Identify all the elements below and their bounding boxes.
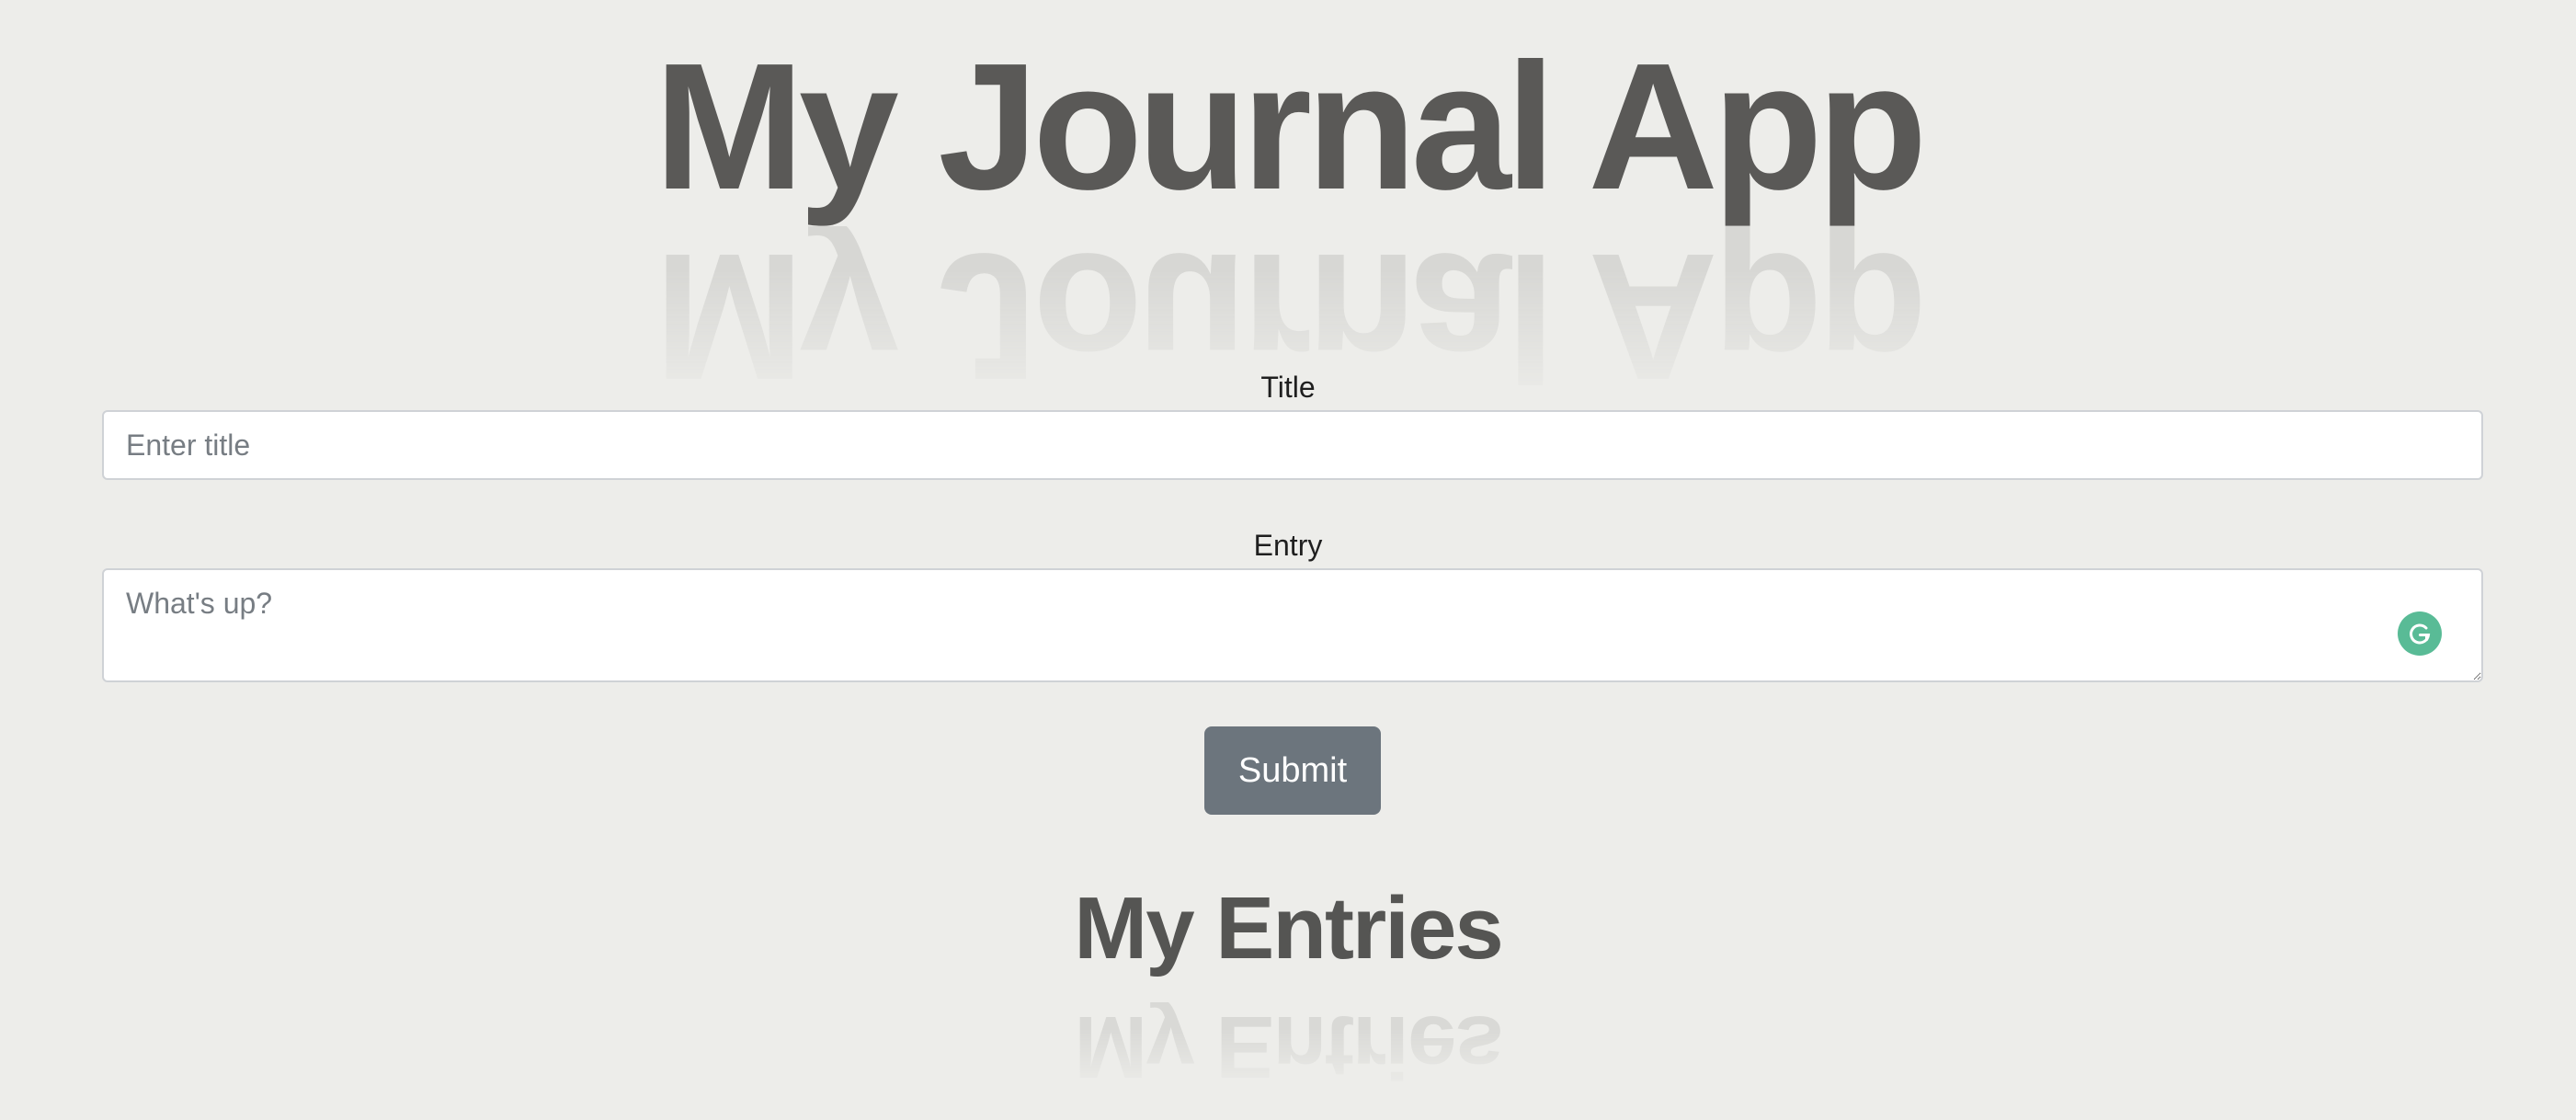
entry-textarea[interactable] — [102, 568, 2483, 682]
title-input[interactable] — [102, 410, 2483, 480]
journal-page: My Journal App My Journal App Title Entr… — [0, 0, 2576, 1120]
entries-heading: My Entries — [1074, 879, 1503, 977]
submit-button[interactable]: Submit — [1204, 726, 1381, 815]
app-title: My Journal App — [654, 26, 1928, 227]
entry-label: Entry — [1253, 529, 1323, 562]
title-label: Title — [1260, 371, 1316, 404]
grammarly-icon[interactable] — [2398, 611, 2442, 656]
grammarly-g-glyph — [2410, 623, 2431, 645]
entries-heading-reflection: My Entries — [1074, 1002, 1502, 1091]
